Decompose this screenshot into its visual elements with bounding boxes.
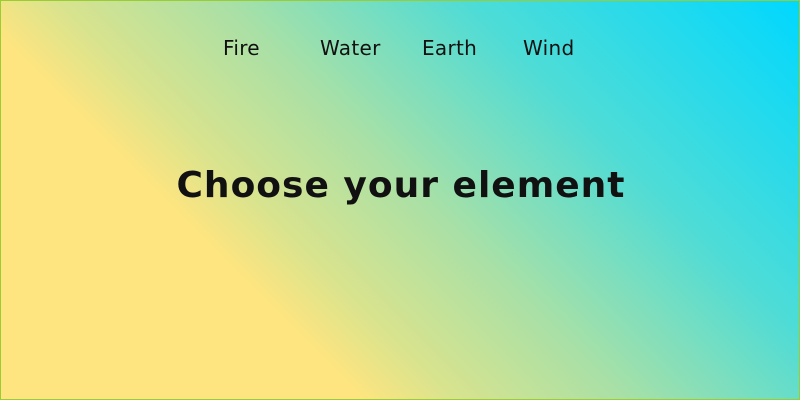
nav-item-fire[interactable]: Fire — [223, 31, 260, 65]
page-title: Choose your element — [176, 165, 626, 207]
page-background: Fire Water Earth Wind Choose your elemen… — [0, 0, 800, 400]
nav-item-wind[interactable]: Wind — [523, 31, 574, 65]
nav-item-water[interactable]: Water — [320, 31, 381, 65]
element-nav: Fire Water Earth Wind — [1, 31, 799, 65]
nav-item-earth[interactable]: Earth — [422, 31, 477, 65]
